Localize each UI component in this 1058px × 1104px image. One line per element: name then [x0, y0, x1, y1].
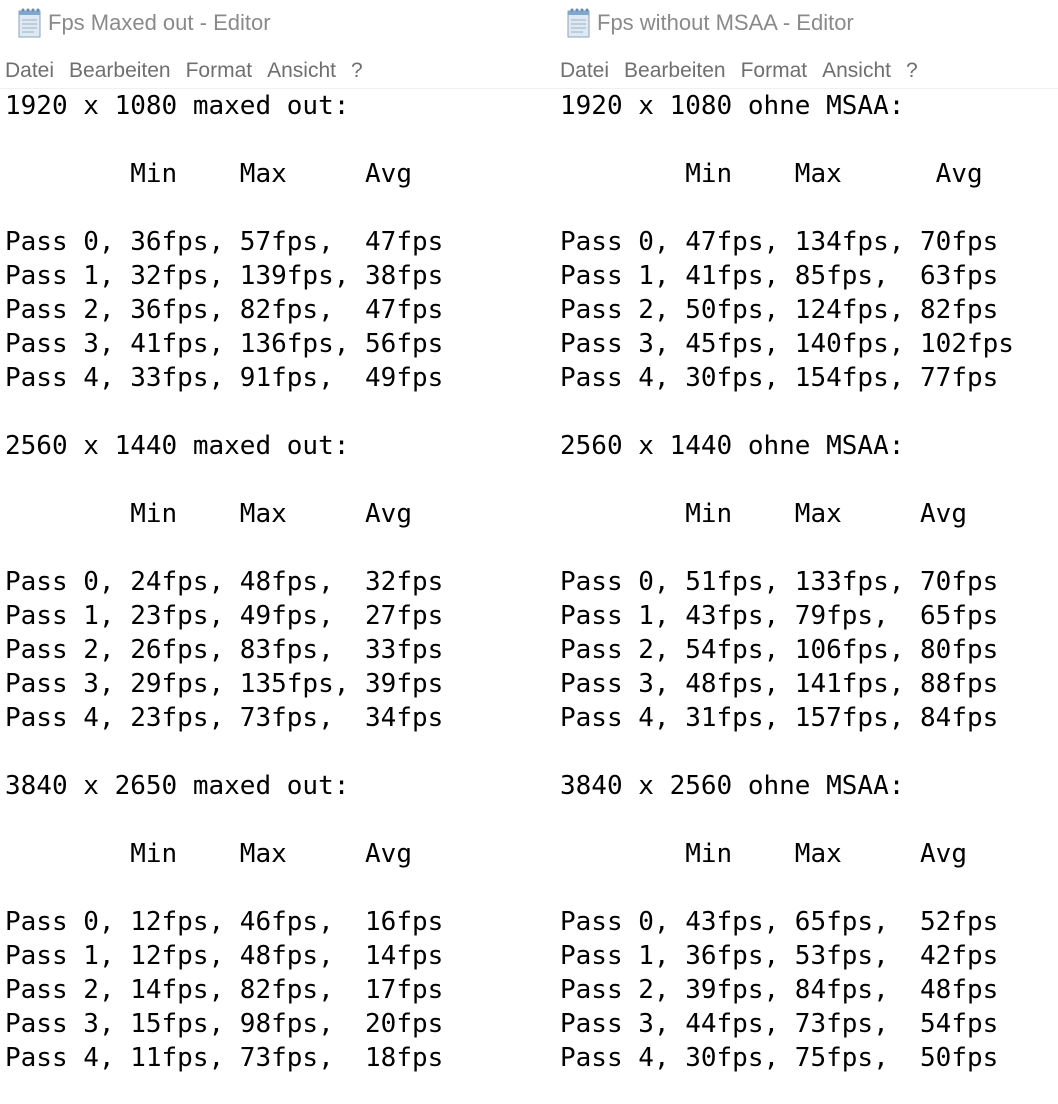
editor-window-without-msaa: Fps without MSAA - Editor Datei Bearbeit…	[555, 0, 1058, 1104]
document-text[interactable]: 1920 x 1080 maxed out: Min Max Avg Pass …	[0, 89, 555, 1075]
editor-window-maxed-out: Fps Maxed out - Editor Datei Bearbeiten …	[0, 0, 555, 1104]
menu-bar: Datei Bearbeiten Format Ansicht ?	[555, 54, 1058, 89]
text-editor-area[interactable]: 1920 x 1080 maxed out: Min Max Avg Pass …	[0, 89, 555, 1104]
menu-help[interactable]: ?	[906, 59, 928, 83]
menu-ansicht[interactable]: Ansicht	[822, 59, 901, 83]
menu-bar: Datei Bearbeiten Format Ansicht ?	[0, 54, 555, 89]
menu-bearbeiten[interactable]: Bearbeiten	[624, 59, 736, 83]
menu-help[interactable]: ?	[351, 59, 373, 83]
document-text[interactable]: 1920 x 1080 ohne MSAA: Min Max Avg Pass …	[555, 89, 1058, 1075]
title-bar[interactable]: Fps Maxed out - Editor	[0, 0, 555, 46]
notepad-icon	[565, 7, 593, 39]
title-bar[interactable]: Fps without MSAA - Editor	[555, 0, 1058, 46]
menu-bearbeiten[interactable]: Bearbeiten	[69, 59, 181, 83]
notepad-icon	[16, 7, 44, 39]
menu-format[interactable]: Format	[186, 59, 263, 83]
window-title: Fps Maxed out - Editor	[48, 10, 271, 35]
text-editor-area[interactable]: 1920 x 1080 ohne MSAA: Min Max Avg Pass …	[555, 89, 1058, 1104]
menu-datei[interactable]: Datei	[5, 59, 64, 83]
menu-ansicht[interactable]: Ansicht	[267, 59, 346, 83]
menu-datei[interactable]: Datei	[560, 59, 619, 83]
window-title: Fps without MSAA - Editor	[597, 10, 854, 35]
menu-format[interactable]: Format	[741, 59, 818, 83]
